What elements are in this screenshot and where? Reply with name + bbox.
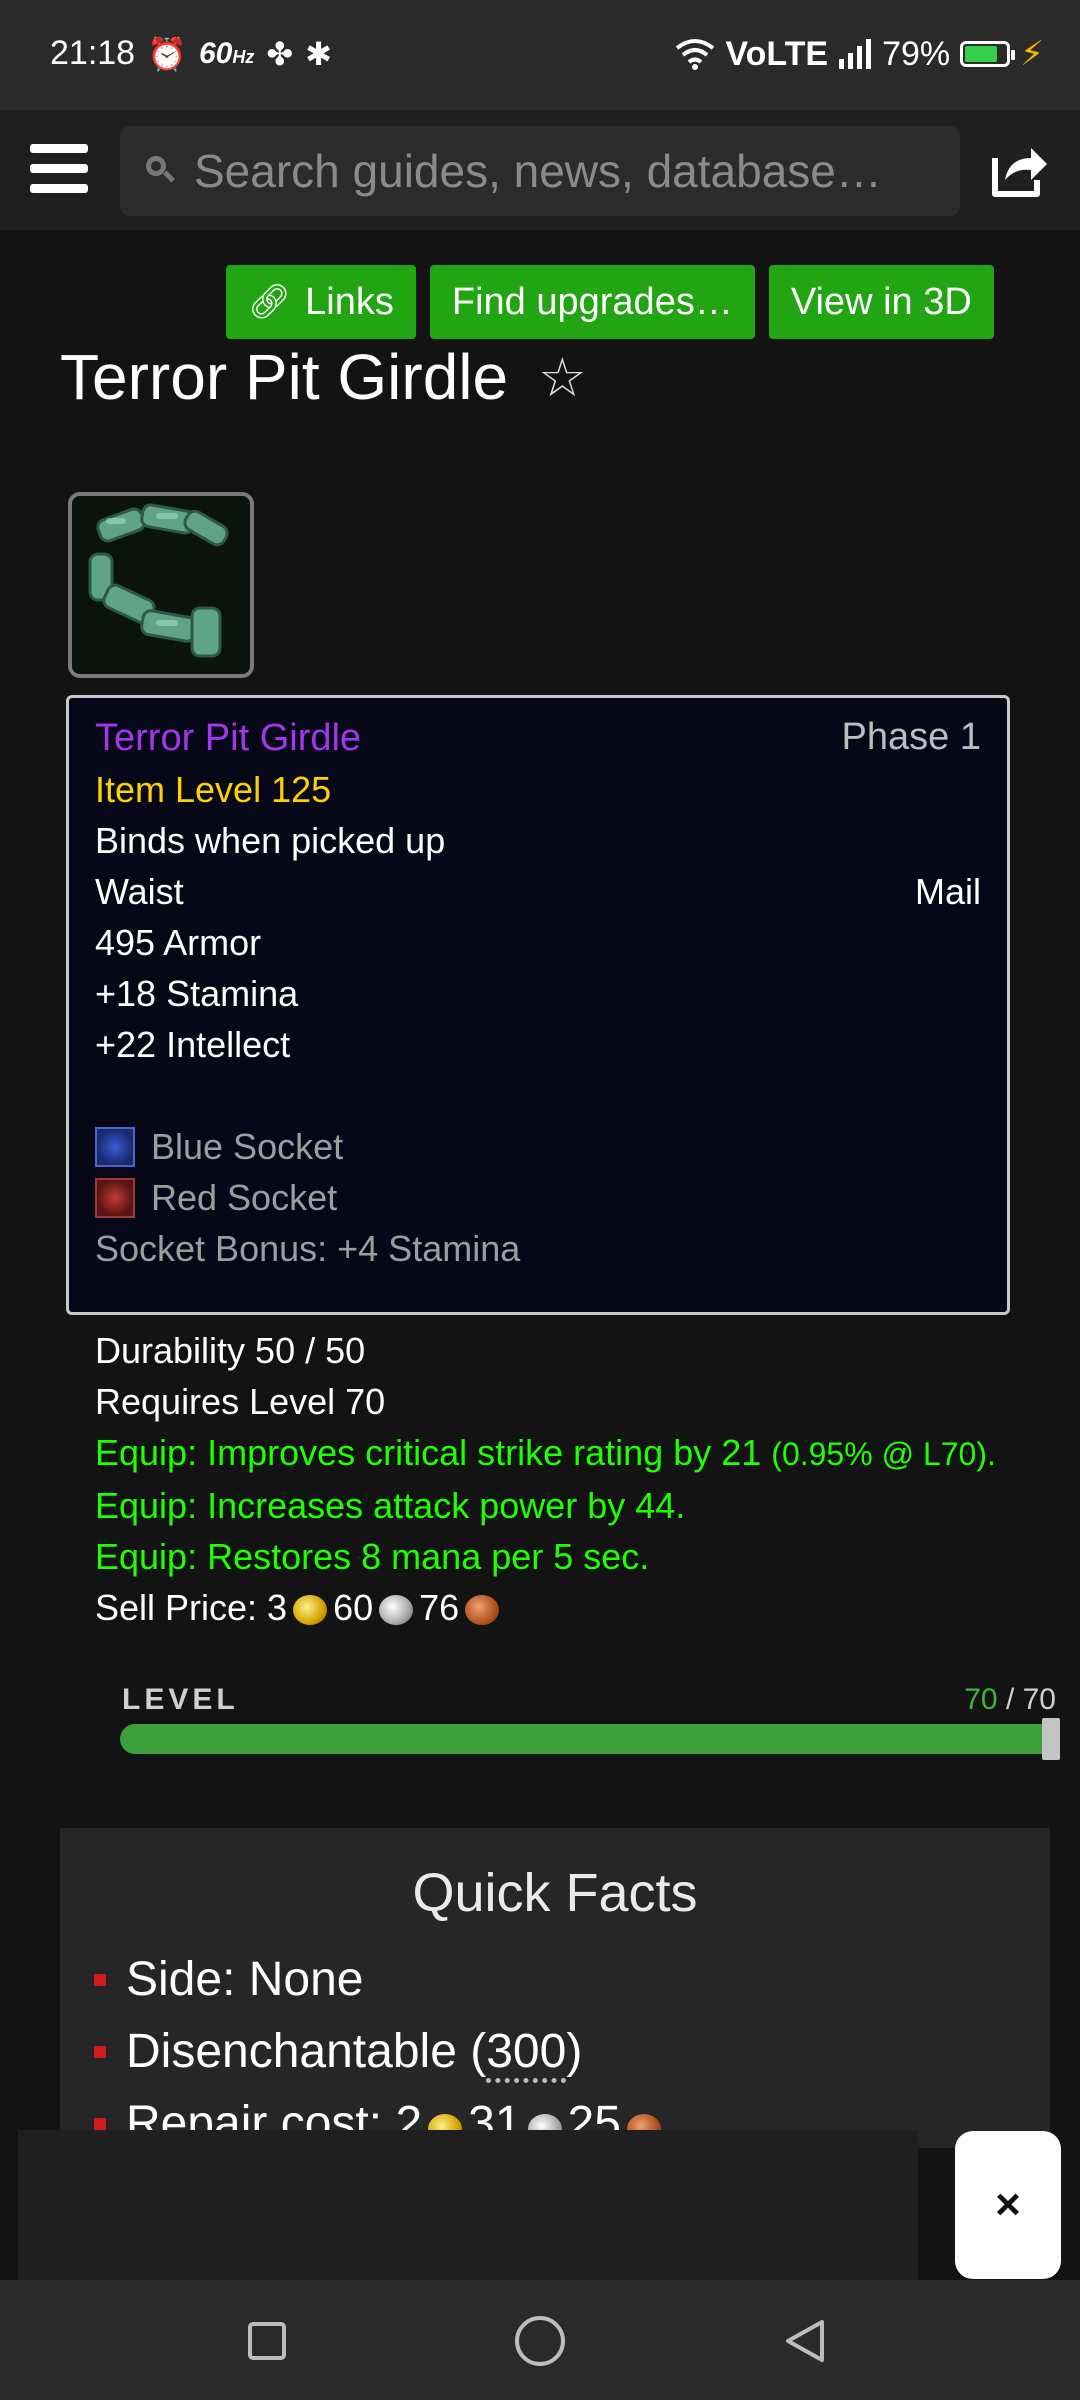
fan-icon: ✤ xyxy=(266,35,294,72)
link-icon: 🔗︎ xyxy=(248,283,292,321)
title-row: Terror Pit Girdle ☆ xyxy=(60,340,587,414)
status-right: VoLTE 79% ⚡ xyxy=(675,34,1044,74)
socket-bonus: Socket Bonus: +4 Stamina xyxy=(95,1228,521,1269)
recents-button[interactable] xyxy=(248,2322,286,2360)
battery-percent: 79% xyxy=(882,34,951,73)
item-name: Terror Pit Girdle xyxy=(95,717,362,759)
signal-icon xyxy=(839,39,872,69)
navigation-bar xyxy=(0,2280,1080,2400)
fact-disenchant: Disenchantable (300) xyxy=(94,2016,1050,2088)
ad-overlay xyxy=(18,2130,918,2280)
equip-crit-text: Equip: Improves critical strike rating b… xyxy=(95,1432,762,1473)
view-3d-button[interactable]: View in 3D xyxy=(768,265,994,339)
equip-crit[interactable]: Equip: Improves critical strike rating b… xyxy=(95,1427,996,1480)
item-level: Item Level 125 xyxy=(95,769,332,810)
battery-fill xyxy=(965,46,998,62)
refresh-rate: 60Hz xyxy=(198,36,255,70)
disenchant-label: Disenchantable ( xyxy=(126,2025,487,2078)
equip-crit-extra: (0.95% @ L70). xyxy=(771,1436,996,1472)
level-slider[interactable] xyxy=(120,1718,1060,1760)
star-icon[interactable]: ☆ xyxy=(538,346,586,409)
silver-coin-icon xyxy=(379,1595,414,1625)
slot-row: Waist Mail xyxy=(95,866,981,917)
sell-silver: 60 xyxy=(333,1587,374,1628)
close-icon: × xyxy=(995,2180,1021,2229)
network-label: VoLTE xyxy=(725,34,829,73)
status-left: 21:18 ⏰ 60Hz ✤ ✱ xyxy=(50,34,332,73)
battery-icon xyxy=(960,41,1016,67)
quick-facts-list: Side: None Disenchantable (300) Repair c… xyxy=(60,1944,1050,2160)
blue-socket-icon xyxy=(95,1127,135,1167)
links-button[interactable]: 🔗︎ Links xyxy=(226,265,416,339)
durability: Durability 50 / 50 xyxy=(95,1330,366,1371)
level-current: 70 xyxy=(964,1683,998,1716)
close-ad-button[interactable]: × xyxy=(955,2131,1061,2279)
level-separator: / xyxy=(997,1683,1023,1716)
battery-cap xyxy=(1011,50,1016,60)
hamburger-icon[interactable] xyxy=(30,144,88,194)
socket-blue-row: Blue Socket xyxy=(95,1121,981,1172)
sell-label: Sell Price: 3 xyxy=(95,1587,288,1628)
fact-side: Side: None xyxy=(94,1944,1050,2016)
find-upgrades-label: Find upgrades… xyxy=(451,280,733,323)
quick-facts: Quick Facts Side: None Disenchantable (3… xyxy=(60,1828,1050,2150)
binding: Binds when picked up xyxy=(95,820,446,861)
chain-belt-icon xyxy=(68,492,254,678)
search-input[interactable]: Search guides, news, database… xyxy=(120,126,960,216)
clock: 21:18 xyxy=(50,34,136,72)
find-upgrades-button[interactable]: Find upgrades… xyxy=(429,265,755,339)
home-button[interactable] xyxy=(515,2316,565,2366)
equip-attack-power[interactable]: Equip: Increases attack power by 44. xyxy=(95,1480,981,1531)
red-socket-icon xyxy=(95,1178,135,1218)
sell-copper: 76 xyxy=(419,1587,460,1628)
charging-icon: ⚡ xyxy=(1020,35,1044,73)
share-icon[interactable] xyxy=(985,136,1051,202)
level-value: 70 / 70 xyxy=(964,1683,1056,1717)
socket-red-row: Red Socket xyxy=(95,1172,981,1223)
sell-price: Sell Price: 3 60 76 xyxy=(95,1582,981,1633)
disenchant-close: ) xyxy=(566,2025,583,2078)
page-title: Terror Pit Girdle xyxy=(60,341,509,413)
slider-handle[interactable] xyxy=(1042,1718,1060,1760)
level-label: LEVEL xyxy=(122,1683,239,1716)
quick-facts-title: Quick Facts xyxy=(412,1863,698,1923)
search-icon xyxy=(146,156,176,186)
stat-stamina: +18 Stamina xyxy=(95,973,299,1014)
back-button[interactable] xyxy=(782,2318,828,2364)
slot: Waist xyxy=(95,871,184,912)
stat-intellect: +22 Intellect xyxy=(95,1024,291,1065)
equip-mana[interactable]: Equip: Restores 8 mana per 5 sec. xyxy=(95,1531,981,1582)
alarm-icon: ⏰ xyxy=(147,35,187,72)
armor: 495 Armor xyxy=(95,922,262,963)
item-tooltip: Terror Pit Girdle Phase 1 Item Level 125… xyxy=(66,695,1010,1628)
search-placeholder: Search guides, news, database… xyxy=(194,145,882,197)
bluetooth-icon: ✱ xyxy=(305,35,332,72)
action-buttons: 🔗︎ Links Find upgrades… View in 3D xyxy=(226,265,994,339)
copper-coin-icon xyxy=(465,1595,500,1625)
required-level: Requires Level 70 xyxy=(95,1381,386,1422)
disenchant-value[interactable]: 300 xyxy=(486,2025,567,2083)
wifi-icon xyxy=(676,39,715,70)
socket-red-label: Red Socket xyxy=(151,1177,338,1218)
tooltip-header: Terror Pit Girdle Phase 1 xyxy=(95,712,981,764)
gold-coin-icon xyxy=(293,1595,328,1625)
links-label: Links xyxy=(305,280,394,323)
top-bar: Search guides, news, database… xyxy=(0,110,1080,230)
phase-label: Phase 1 xyxy=(841,716,981,758)
armor-type: Mail xyxy=(914,871,981,912)
level-max: 70 xyxy=(1022,1683,1056,1716)
socket-blue-label: Blue Socket xyxy=(151,1126,344,1167)
view-3d-label: View in 3D xyxy=(790,280,972,323)
slider-track xyxy=(120,1724,1056,1754)
status-bar: 21:18 ⏰ 60Hz ✤ ✱ VoLTE 79% ⚡ xyxy=(0,0,1080,110)
